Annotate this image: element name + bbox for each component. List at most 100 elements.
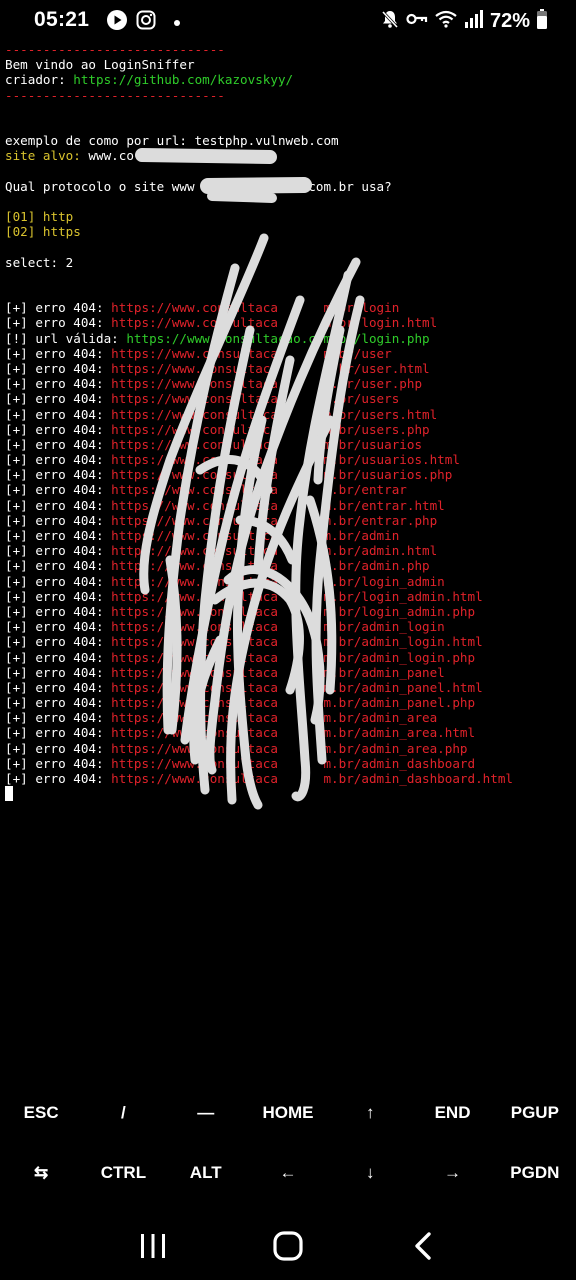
terminal-text: [+] erro 404: — [5, 482, 112, 498]
terminal-text: https://www.consultaca m.br/usuarios.htm… — [111, 452, 460, 468]
terminal-text: https://www.consultaca m.br/login.html — [111, 315, 438, 331]
terminal-text: https://www.consultaca m.br/usuarios — [111, 436, 423, 452]
terminal-text: [+] erro 404: — [5, 664, 112, 680]
terminal-text: https://www.consultaca m.br/login_admin.… — [111, 603, 476, 619]
terminal-line: [+] erro 404: https://www.consultaca m.b… — [5, 634, 571, 649]
extra-key-symbol-4[interactable]: ↓ — [329, 1146, 411, 1200]
back-icon[interactable] — [393, 1216, 453, 1276]
home-icon[interactable] — [258, 1216, 318, 1276]
terminal-text: [!] url válida: — [5, 330, 127, 346]
extra-key-home[interactable]: HOME — [247, 1086, 329, 1140]
terminal-line: [+] erro 404: https://www.consultaca m.b… — [5, 756, 571, 771]
extra-key-symbol-3[interactable]: ← — [247, 1146, 329, 1200]
extra-key-symbol-4[interactable]: ↑ — [329, 1086, 411, 1140]
terminal-text: [+] erro 404: — [5, 528, 112, 543]
terminal-text: https://www.consultacao.com.br/login.php — [126, 330, 430, 346]
terminal-line: Bem vindo ao LoginSniffer — [5, 57, 571, 72]
terminal-line: [+] erro 404: https://www.consultaca m.b… — [5, 498, 571, 513]
terminal-line: Qual protocolo o site www .com.br usa? — [5, 179, 571, 194]
terminal-cursor — [5, 786, 13, 802]
terminal-text: [+] erro 404: — [5, 360, 112, 376]
terminal-text: [+] erro 404: — [5, 588, 112, 604]
extra-keys-bar: ESC / — HOME ↑ END PGUP ⇆ CTRL ALT ← ↓ → PGDN — [0, 1086, 576, 1212]
terminal-text: https://www.consultaca m.br/admin_area.h… — [111, 725, 476, 741]
terminal-text: https://www.consultaca m.br/admin_panel.… — [111, 695, 476, 711]
terminal-line: [+] erro 404: https://www.consultaca m.b… — [5, 315, 571, 330]
terminal-text: [+] erro 404: — [5, 345, 112, 361]
terminal-text: https://www.consultaca m.br/user.html — [111, 360, 430, 376]
terminal-text: https://www.consultaca m.br/entrar.php — [111, 512, 438, 528]
mute-icon — [380, 9, 400, 34]
extra-key-pgup[interactable]: PGUP — [494, 1086, 576, 1140]
extra-key-symbol-5[interactable]: → — [411, 1146, 493, 1200]
terminal-text: [+] erro 404: — [5, 391, 112, 407]
terminal-line: [+] erro 404: https://www.consultaca m.b… — [5, 422, 571, 437]
terminal-text: https://github.com/kazovskyy/ — [73, 72, 294, 88]
terminal-text: https://www.consultaca m.br/admin.php — [111, 558, 430, 574]
extra-key-alt[interactable]: ALT — [165, 1146, 247, 1200]
terminal-text: Bem vindo ao LoginSniffer — [5, 57, 195, 73]
terminal-text: https://www.consultaca m.br/users — [111, 391, 400, 407]
terminal-line: ----------------------------- — [5, 88, 571, 103]
extra-key-pgdn[interactable]: PGDN — [494, 1146, 576, 1200]
terminal-line: [+] erro 404: https://www.consultaca m.b… — [5, 300, 571, 315]
terminal-text: [+] erro 404: — [5, 421, 112, 437]
terminal-text: [+] erro 404: — [5, 634, 112, 650]
terminal-text: https://www.consultaca m.br/admin_area.p… — [111, 740, 468, 756]
terminal-text: exemplo de como por url: testphp.vulnweb… — [5, 133, 339, 149]
terminal-line: [+] erro 404: https://www.consultaca m.b… — [5, 619, 571, 634]
terminal-text: https://www.consultaca m.br/admin — [111, 528, 400, 543]
terminal-text: https://www.consultaca m.br/admin_area — [111, 710, 438, 726]
extra-key-symbol-0[interactable]: ⇆ — [0, 1146, 82, 1200]
status-right-icons: 72% — [380, 9, 548, 34]
battery-percent: 72% — [489, 10, 530, 32]
terminal-text: [+] erro 404: — [5, 603, 112, 619]
terminal-text: [01] http — [5, 209, 74, 225]
terminal-text: [+] erro 404: — [5, 300, 112, 316]
notification-dot-icon — [174, 19, 180, 26]
terminal-line: [+] erro 404: https://www.consultaca m.b… — [5, 437, 571, 452]
terminal-text: [+] erro 404: — [5, 725, 112, 741]
extra-keys-row-2: ⇆ CTRL ALT ← ↓ → PGDN — [0, 1146, 576, 1200]
terminal-line: [+] erro 404: https://www.consultaca m.b… — [5, 513, 571, 528]
extra-key-esc[interactable]: ESC — [0, 1086, 82, 1140]
battery-icon — [536, 9, 548, 34]
terminal-text: https://www.consultaca m.br/admin_panel.… — [111, 679, 483, 695]
extra-key-symbol-1[interactable]: / — [82, 1086, 164, 1140]
terminal-line: [+] erro 404: https://www.consultaca m.b… — [5, 467, 571, 482]
terminal-line: select: 2 — [5, 255, 571, 270]
terminal-line: [+] erro 404: https://www.consultaca m.b… — [5, 574, 571, 589]
terminal-text: criador: — [5, 72, 74, 88]
terminal-text: https://www.consultaca m.br/user.php — [111, 376, 423, 392]
terminal-line: [+] erro 404: https://www.consultaca m.b… — [5, 407, 571, 422]
terminal-line: [+] erro 404: https://www.consultaca m.b… — [5, 558, 571, 573]
terminal-text: https://www.consultaca m.br/users.html — [111, 406, 438, 422]
extra-key-symbol-2[interactable]: — — [165, 1086, 247, 1140]
terminal-text: https://www.consultaca m.br/user — [111, 345, 392, 361]
terminal-output[interactable]: ----------------------------- Bem vindo a… — [5, 42, 571, 802]
extra-key-ctrl[interactable]: CTRL — [82, 1146, 164, 1200]
extra-key-end[interactable]: END — [411, 1086, 493, 1140]
terminal-text: [+] erro 404: — [5, 558, 112, 574]
youtube-icon — [106, 9, 128, 36]
recent-apps-icon[interactable] — [123, 1216, 183, 1276]
terminal-line: [+] erro 404: https://www.consultaca m.b… — [5, 710, 571, 725]
terminal-text: https://www.consultaca m.br/admin_panel — [111, 664, 445, 680]
terminal-line: [+] erro 404: https://www.consultaca m.b… — [5, 650, 571, 665]
terminal-line: [+] erro 404: https://www.consultaca m.b… — [5, 680, 571, 695]
wifi-icon — [434, 9, 458, 34]
terminal-text: Qual protocolo o site www .com.br usa? — [5, 178, 392, 194]
terminal-text: [+] erro 404: — [5, 573, 112, 589]
terminal-text: https://www.consultaca m.br/admin.html — [111, 543, 438, 559]
terminal-text: [+] erro 404: — [5, 497, 112, 513]
terminal-line: [02] https — [5, 224, 571, 239]
terminal-text: https://www.consultaca m.br/entrar.html — [111, 497, 445, 513]
terminal-text: [+] erro 404: — [5, 679, 112, 695]
terminal-line: [+] erro 404: https://www.consultaca m.b… — [5, 589, 571, 604]
terminal-text: [+] erro 404: — [5, 649, 112, 665]
